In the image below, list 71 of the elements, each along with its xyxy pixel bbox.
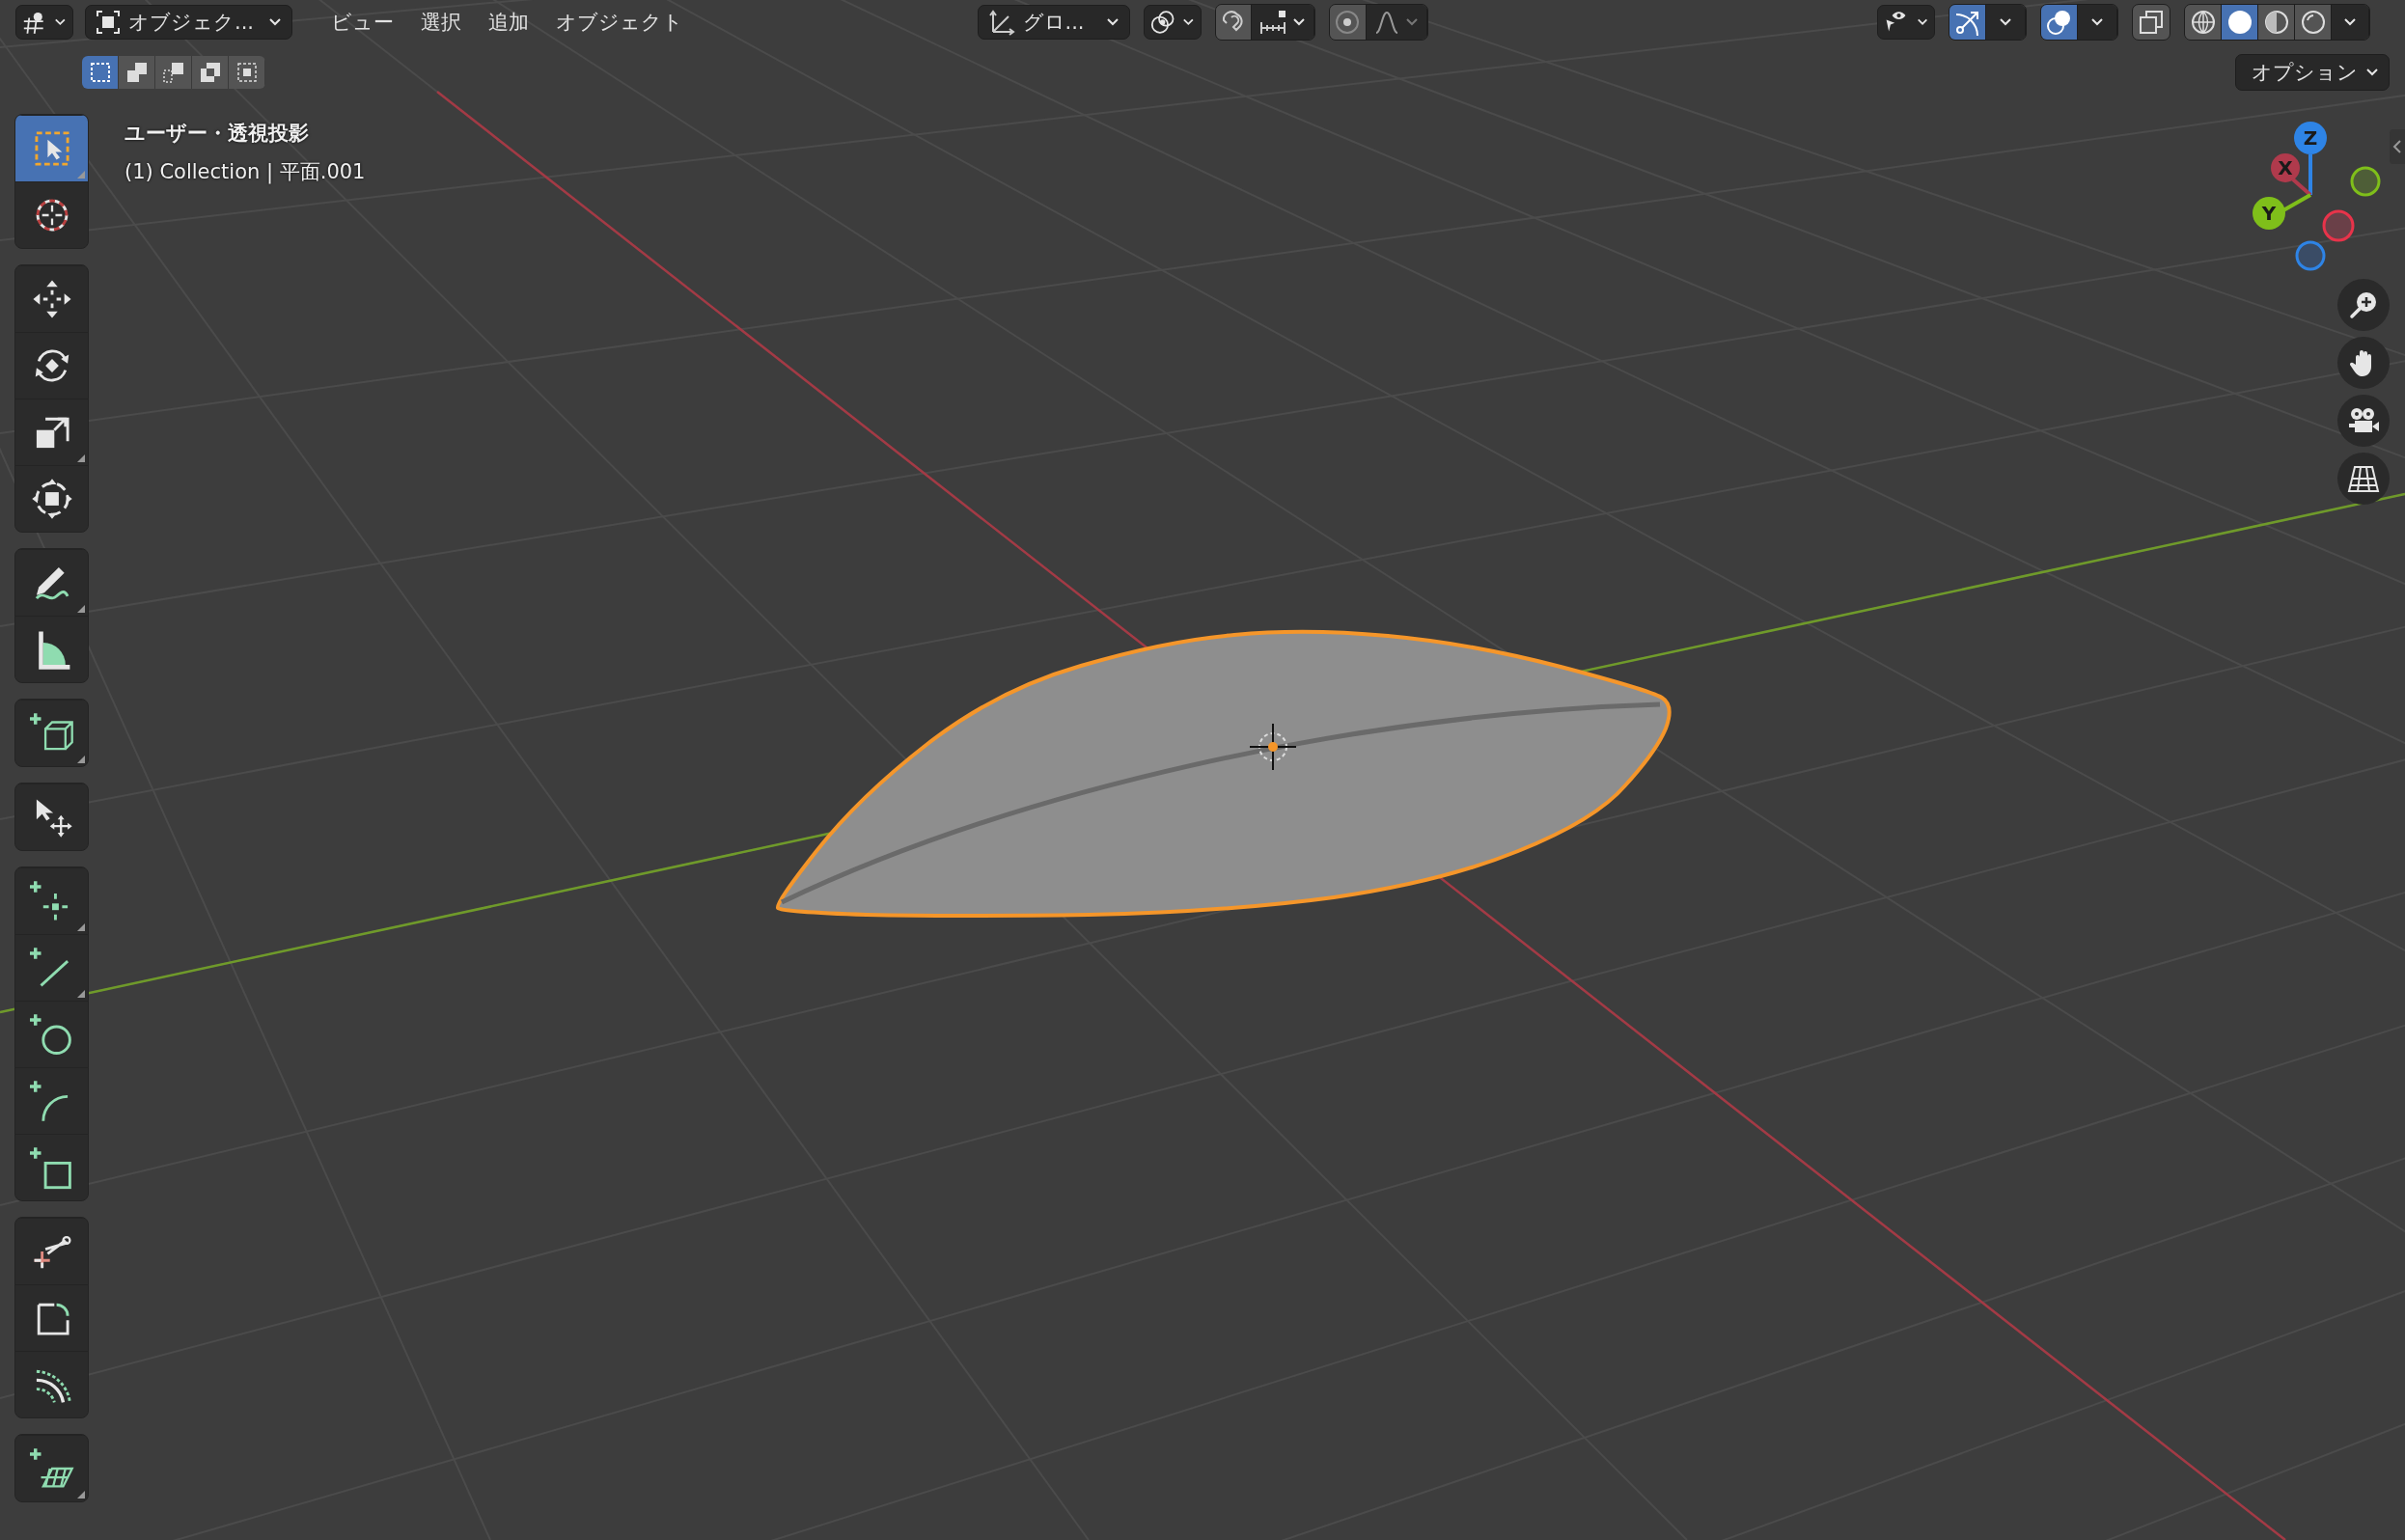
material-sphere-icon xyxy=(2262,9,2290,36)
menu-item[interactable]: 追加 xyxy=(475,9,542,36)
selection-mode-button[interactable] xyxy=(155,56,192,89)
axis-gizmo-drawing[interactable]: Z X Y xyxy=(2245,114,2390,273)
selection-mode-button[interactable] xyxy=(82,56,119,89)
mode-dropdown[interactable]: オブジェク... xyxy=(85,5,292,40)
selection-intersect-icon xyxy=(235,61,259,84)
pivot-dropdown[interactable] xyxy=(1143,5,1202,40)
selection-mode-button[interactable] xyxy=(192,56,229,89)
selection-extend-icon xyxy=(124,61,149,84)
chevron-down-icon xyxy=(1291,17,1306,27)
falloff-curve-icon xyxy=(1373,10,1399,35)
selection-subtract-icon xyxy=(161,61,185,84)
menu-item[interactable]: 選択 xyxy=(407,9,475,36)
chevron-down-icon xyxy=(54,17,67,27)
menu-item[interactable]: ビュー xyxy=(318,9,407,36)
xray-toggle[interactable] xyxy=(2132,4,2170,41)
add-square-icon xyxy=(29,1145,74,1190)
gizmo-toggle[interactable] xyxy=(1949,5,1986,40)
solid-sphere-icon xyxy=(2225,9,2253,36)
options-dropdown[interactable]: オプション xyxy=(2235,54,2390,91)
shading-mode-button[interactable] xyxy=(2185,5,2222,40)
add-grid-icon xyxy=(29,1446,74,1491)
shading-mode-button[interactable] xyxy=(2222,5,2258,40)
chevron-down-icon xyxy=(2365,68,2379,77)
selection-mode-button[interactable] xyxy=(119,56,155,89)
zoom-in-icon xyxy=(2348,289,2379,320)
overlays-toggle[interactable] xyxy=(2041,5,2078,40)
object-mode-icon xyxy=(96,10,121,35)
rendered-sphere-icon xyxy=(2299,9,2327,36)
gizmo-dropdown[interactable] xyxy=(1986,5,2026,40)
selection-new-icon xyxy=(88,61,112,84)
falloff-dropdown[interactable] xyxy=(1366,5,1427,40)
chevron-down-icon xyxy=(2090,17,2104,27)
proportional-edit-icon xyxy=(1335,10,1360,35)
shading-dropdown[interactable] xyxy=(2332,5,2369,40)
axes-icon xyxy=(987,9,1015,36)
gizmo-arrow-icon xyxy=(1953,9,1981,36)
pivot-icon xyxy=(1149,9,1175,36)
editor-type-button[interactable] xyxy=(15,5,73,40)
xray-squares-icon xyxy=(2139,10,2164,35)
tool-button[interactable] xyxy=(15,934,88,1001)
overlays-dropdown[interactable] xyxy=(2078,5,2117,40)
snap-target-dropdown[interactable] xyxy=(1251,5,1314,40)
selection-invert-icon xyxy=(198,61,222,84)
wireframe-sphere-icon xyxy=(2189,9,2217,36)
chevron-down-icon xyxy=(1181,17,1195,27)
perspective-grid-icon xyxy=(2347,464,2380,493)
proportional-edit-toggle[interactable] xyxy=(1329,5,1367,40)
shading-mode-button[interactable] xyxy=(2295,5,2332,40)
snap-toggle[interactable] xyxy=(1215,5,1252,40)
shading-mode-button[interactable] xyxy=(2258,5,2295,40)
chevron-down-icon xyxy=(268,17,282,27)
visibility-dropdown[interactable] xyxy=(1877,5,1935,40)
tool-button[interactable] xyxy=(15,399,88,465)
chevron-down-icon xyxy=(1404,17,1419,27)
object-info-label: (1) Collection | 平面.001 xyxy=(124,159,366,185)
snap-increment-icon xyxy=(1258,9,1286,36)
chevron-down-icon xyxy=(1999,17,2012,27)
menu-item[interactable]: オブジェクト xyxy=(542,9,697,36)
add-circle-icon xyxy=(29,1012,74,1057)
view-name-label: ユーザー・透視投影 xyxy=(124,121,310,147)
selection-mode-button[interactable] xyxy=(229,56,265,89)
chevron-left-icon xyxy=(2392,139,2402,154)
chevron-down-icon xyxy=(1916,17,1928,27)
chevron-down-icon xyxy=(1105,17,1120,27)
orientation-dropdown[interactable]: グロ... xyxy=(977,5,1130,40)
overlapping-circles-icon xyxy=(2045,9,2073,36)
sidebar-toggle[interactable] xyxy=(2390,129,2405,164)
chevron-down-icon xyxy=(2343,17,2357,27)
origin-crosshair-icon xyxy=(1249,723,1297,771)
